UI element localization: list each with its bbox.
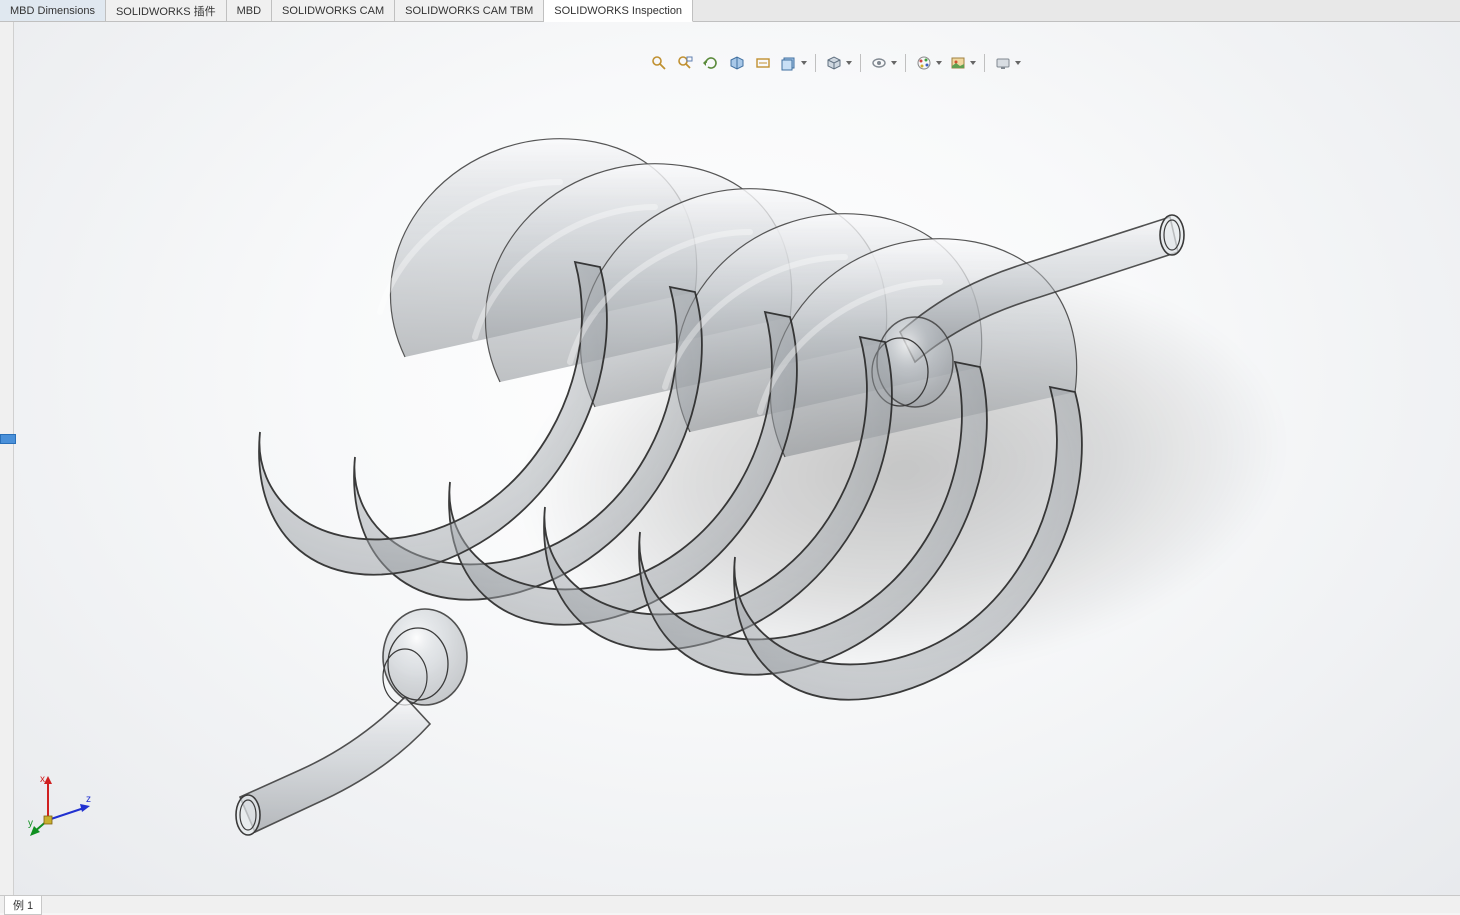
inlet-pipe xyxy=(236,609,467,835)
graphics-viewport[interactable]: x z y xyxy=(0,22,1460,895)
tab-solidworks-cam-tbm[interactable]: SOLIDWORKS CAM TBM xyxy=(395,0,544,21)
triad-y-label: y xyxy=(28,818,33,829)
tab-solidworks-plugins[interactable]: SOLIDWORKS 插件 xyxy=(106,0,227,21)
model-coil-spring[interactable] xyxy=(200,62,1200,882)
tab-mbd-dimensions[interactable]: MBD Dimensions xyxy=(0,0,106,21)
configuration-tab[interactable]: 例 1 xyxy=(4,895,42,915)
status-bar: 例 1 xyxy=(0,895,1460,913)
command-tabs: MBD Dimensions SOLIDWORKS 插件 MBD SOLIDWO… xyxy=(0,0,1460,22)
triad-z-label: z xyxy=(86,794,91,805)
viewport-split-marker[interactable] xyxy=(0,434,16,444)
triad-x-label: x xyxy=(40,774,45,785)
tab-solidworks-cam[interactable]: SOLIDWORKS CAM xyxy=(272,0,395,21)
tab-solidworks-inspection[interactable]: SOLIDWORKS Inspection xyxy=(544,0,693,22)
orientation-triad[interactable]: x z y xyxy=(28,770,98,840)
tab-mbd[interactable]: MBD xyxy=(227,0,272,21)
viewport-left-gutter xyxy=(0,22,14,895)
